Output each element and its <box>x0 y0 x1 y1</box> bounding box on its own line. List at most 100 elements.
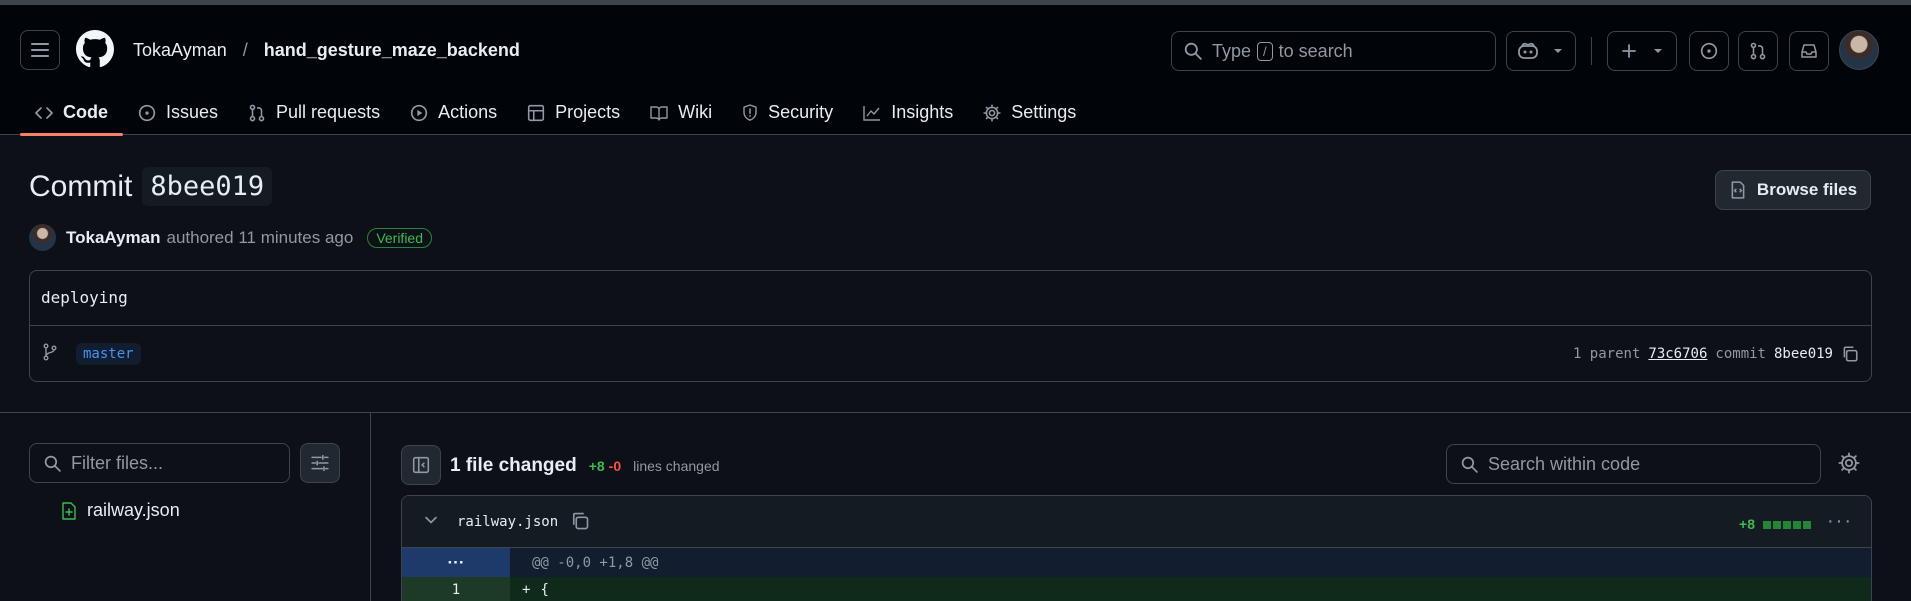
diff-line: 1 + { <box>402 577 1871 601</box>
tab-insights[interactable]: Insights <box>848 90 968 135</box>
tab-wiki[interactable]: Wiki <box>635 90 727 135</box>
user-avatar[interactable] <box>1839 30 1879 70</box>
code-icon <box>35 106 53 119</box>
book-icon <box>650 105 668 121</box>
git-branch-icon <box>43 343 57 361</box>
lines-changed-label: lines changed <box>633 458 720 474</box>
branch-label[interactable]: master <box>76 343 141 365</box>
parent-count: 1 parent <box>1572 346 1641 362</box>
commit-parent-info: 1 parent 73c6706 commit 8bee019 <box>1573 345 1859 363</box>
search-icon <box>44 455 61 472</box>
copy-icon[interactable] <box>1841 345 1859 363</box>
tab-issues[interactable]: Issues <box>123 90 233 135</box>
file-added-icon <box>62 501 76 520</box>
code-search-placeholder: Search within code <box>1488 453 1641 474</box>
chevron-down-icon <box>1654 49 1662 53</box>
tab-label: Actions <box>438 102 498 122</box>
graph-icon <box>863 105 881 121</box>
commit-sha-pill: 8bee019 <box>142 167 273 206</box>
diff-file-name[interactable]: railway.json <box>457 514 558 530</box>
browse-files-button[interactable]: Browse files <box>1715 170 1871 210</box>
line-number[interactable]: 1 <box>402 577 510 601</box>
hunk-header-row: ··· @@ -0,0 +1,8 @@ <box>402 548 1871 577</box>
sliders-icon <box>311 454 329 472</box>
copy-icon[interactable] <box>570 511 590 531</box>
menu-button[interactable] <box>20 30 60 70</box>
diffstat-bar <box>1763 514 1813 534</box>
author-name-link[interactable]: TokaAyman <box>66 228 160 248</box>
header-divider <box>1591 37 1592 65</box>
verified-badge[interactable]: Verified <box>367 227 433 248</box>
search-shortcut-key: / <box>1257 41 1273 61</box>
file-tree-label: railway.json <box>87 500 180 520</box>
tab-label: Projects <box>555 102 621 122</box>
tab-code[interactable]: Code <box>20 90 123 136</box>
gear-icon[interactable] <box>1838 452 1860 474</box>
global-header: TokaAyman / hand_gesture_maze_backend Ty… <box>0 5 1911 136</box>
parent-sha-link[interactable]: 73c6706 <box>1648 346 1707 362</box>
author-avatar[interactable] <box>29 224 56 251</box>
files-changed-count: 1 file changed <box>450 455 577 476</box>
pull-request-icon <box>249 104 265 121</box>
issue-icon <box>1700 42 1718 60</box>
table-icon <box>528 104 545 121</box>
line-code: { <box>540 581 549 598</box>
inbox-button[interactable] <box>1789 31 1829 71</box>
diff-file-header: railway.json +8 ··· <box>402 496 1871 548</box>
authored-time: authored 11 minutes ago <box>166 227 354 247</box>
chevron-down-icon[interactable] <box>424 513 438 527</box>
shield-icon <box>743 103 757 121</box>
pull-request-icon <box>1750 42 1766 60</box>
file-tree-item[interactable]: railway.json <box>61 500 180 521</box>
global-search-input[interactable]: Type / to search <box>1171 31 1496 71</box>
tab-label: Code <box>63 102 108 122</box>
deletions-count: -0 <box>608 458 622 474</box>
commit-message-box: deploying master 1 parent 73c6706 commit… <box>29 270 1872 382</box>
breadcrumb: TokaAyman / hand_gesture_maze_backend <box>133 40 520 61</box>
tab-label: Settings <box>1011 102 1077 122</box>
section-divider <box>0 412 1911 413</box>
tab-pull-requests[interactable]: Pull requests <box>233 90 395 135</box>
expand-hunk-button[interactable]: ··· <box>402 548 510 577</box>
commit-title-word: Commit <box>29 169 133 203</box>
create-new-button[interactable] <box>1607 31 1677 71</box>
page-title: Commit 8bee019 <box>29 167 273 206</box>
tab-label: Pull requests <box>276 102 381 122</box>
tab-label: Insights <box>891 102 954 122</box>
inbox-icon <box>1801 44 1817 58</box>
line-content: + { <box>510 577 1871 601</box>
breadcrumb-owner[interactable]: TokaAyman <box>133 40 227 61</box>
additions-count: +8 <box>588 458 605 474</box>
diff-stat: +8 -0 <box>589 458 621 474</box>
sidebar-divider <box>370 413 371 601</box>
copilot-button[interactable] <box>1506 31 1576 71</box>
toggle-file-tree-button[interactable] <box>401 445 441 485</box>
filter-files-input[interactable]: Filter files... <box>29 443 290 483</box>
more-options-icon[interactable]: ··· <box>1827 510 1853 533</box>
pull-requests-button[interactable] <box>1738 31 1778 71</box>
sidebar-collapse-icon <box>412 456 430 474</box>
issues-button[interactable] <box>1689 31 1729 71</box>
file-code-icon <box>1731 181 1745 199</box>
commit-sha: 8bee019 <box>1773 346 1833 362</box>
breadcrumb-separator: / <box>242 40 248 60</box>
tab-settings[interactable]: Settings <box>968 90 1091 135</box>
commit-box-divider <box>30 325 1871 326</box>
tab-label: Security <box>768 102 834 122</box>
chevron-down-icon <box>1554 49 1562 53</box>
gear-icon <box>983 103 1001 122</box>
browse-files-label: Browse files <box>1756 180 1858 199</box>
search-within-code-input[interactable]: Search within code <box>1446 444 1821 484</box>
diff-file-stat: +8 <box>1739 514 1813 534</box>
commit-label: commit <box>1715 346 1766 362</box>
search-prefix: Type <box>1212 40 1252 61</box>
tab-projects[interactable]: Projects <box>512 90 635 135</box>
copilot-icon <box>1518 42 1538 59</box>
tab-label: Wiki <box>678 102 713 122</box>
tab-security[interactable]: Security <box>727 90 848 135</box>
breadcrumb-repo[interactable]: hand_gesture_maze_backend <box>264 40 520 61</box>
github-logo-icon[interactable] <box>76 30 114 68</box>
issue-icon <box>138 104 156 121</box>
filter-options-button[interactable] <box>300 443 340 483</box>
tab-actions[interactable]: Actions <box>395 90 512 135</box>
